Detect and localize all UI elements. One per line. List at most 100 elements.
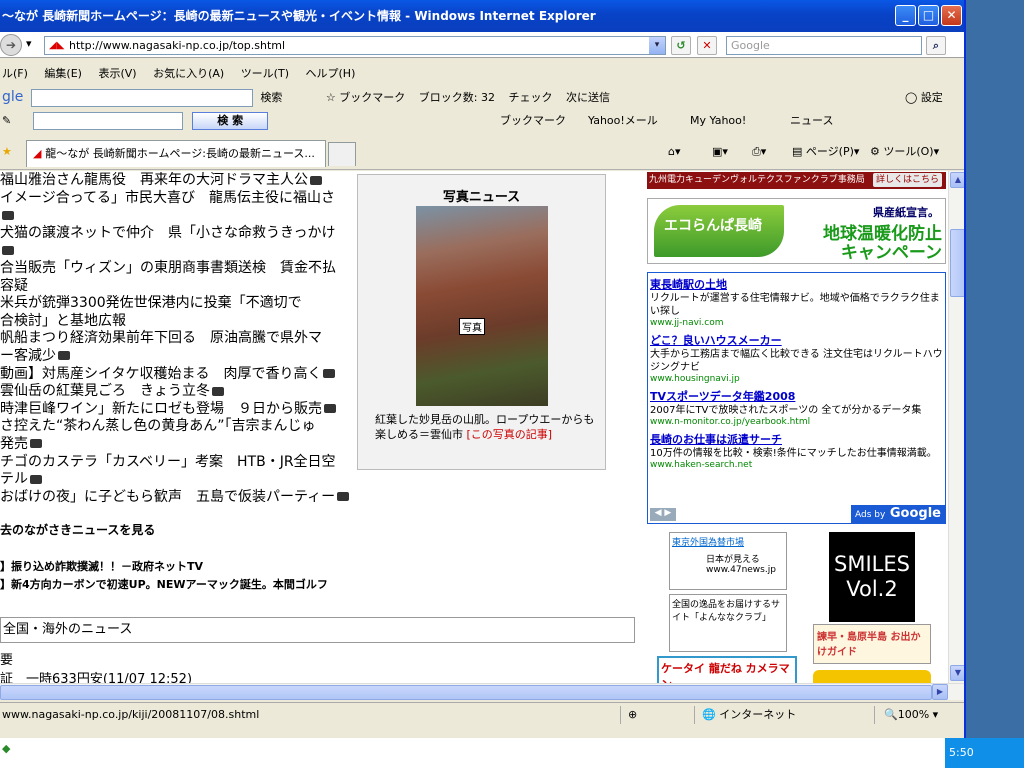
yahoo-news[interactable]: ニュース <box>790 109 833 133</box>
scroll-thumb[interactable] <box>950 229 964 297</box>
clock[interactable]: 5:50 <box>949 746 974 759</box>
news-item[interactable]: 米兵が銃弾3300発佐世保港内に投棄「不適切で <box>0 295 354 313</box>
minimize-button[interactable]: _ <box>895 5 916 26</box>
address-dropdown-icon[interactable]: ▾ <box>649 37 665 54</box>
smiles-banner[interactable]: SMILES Vol.2 <box>829 532 915 622</box>
menu-favorites[interactable]: お気に入り(A) <box>153 67 224 80</box>
news-item[interactable]: チゴのカステラ「カスベリー」考案 HTB・JR全日空 <box>0 454 354 472</box>
news-item[interactable]: さ控えた“茶わん蒸し色の黄身あん”「吉宗まんじゅ <box>0 418 354 436</box>
horizontal-scrollbar[interactable]: ▶ <box>0 683 964 700</box>
outing-guide-banner[interactable]: 諫早・島原半島 お出かけガイド <box>813 624 931 664</box>
scroll-right-icon[interactable]: ▶ <box>932 684 948 700</box>
google-settings[interactable]: ◯ 設定 <box>905 86 943 109</box>
photo-heading: 写真ニュース <box>442 190 521 205</box>
news-item[interactable]: 福山雅治さん龍馬役 再来年の大河ドラマ主人公 <box>0 172 354 190</box>
google-blocked[interactable]: ブロック数: 32 <box>419 91 495 104</box>
menu-help[interactable]: ヘルプ(H) <box>306 67 356 80</box>
news-item[interactable]: 犬猫の譲渡ネットで仲介 県「小さな命救うきっかけ <box>0 225 354 243</box>
ad-title-link[interactable]: TVスポーツデータ年鑑2008 <box>650 388 943 404</box>
address-input[interactable]: ◢◣ http://www.nagasaki-np.co.jp/top.shtm… <box>44 36 666 55</box>
ad-title-link[interactable]: 東長崎駅の土地 <box>650 276 943 292</box>
ad-item: 東長崎駅の土地 リクルートが運営する住宅情報ナビ。地域や価格でラクラク住まい探し w… <box>650 276 943 328</box>
google-send[interactable]: 次に送信 <box>566 91 610 104</box>
refresh-icon[interactable]: ↺ <box>671 36 691 55</box>
news-item <box>0 242 354 260</box>
eco-title: 地球温暖化防止 キャンペーン <box>823 224 942 263</box>
eco-banner[interactable]: エコらんぱ長崎 県産紙宣言。 地球温暖化防止 キャンペーン <box>647 198 946 264</box>
news-item[interactable]: 動画】対馬産シイタケ収穫始まる 肉厚で香り高く <box>0 366 354 384</box>
news-item[interactable]: 時津巨峰ワイン」新たにロゼも登場 ９日から販売 <box>0 401 354 419</box>
tools-menu[interactable]: ⚙ ツール(O)▾ <box>870 137 939 167</box>
home-icon[interactable]: ⌂▾ <box>668 137 681 167</box>
stop-icon[interactable]: ✕ <box>697 36 717 55</box>
news-item[interactable]: 発売 <box>0 436 354 454</box>
google-check[interactable]: チェック <box>508 91 552 104</box>
photo-label: 写真 <box>459 318 485 335</box>
keitai-camera-banner[interactable]: ケータイ 龍だね カメラマン <box>657 656 797 683</box>
photo-article-link[interactable]: [この写真の記事] <box>467 428 553 441</box>
news-item[interactable]: イメージ合ってる」市民大喜び 龍馬伝主役に福山さ <box>0 190 354 208</box>
favorites-star-icon[interactable]: ★ <box>2 145 12 158</box>
ads-by-google[interactable]: Ads by Google <box>851 505 945 523</box>
news-item[interactable]: 容疑 <box>0 278 354 296</box>
google-bookmarks[interactable]: ブックマーク <box>339 91 405 104</box>
maximize-button[interactable]: □ <box>918 5 939 26</box>
news-list: 福山雅治さん龍馬役 再来年の大河ドラマ主人公 イメージ合ってる」市民大喜び 龍馬… <box>0 172 354 506</box>
news-item[interactable]: 帆船まつり経済効果前年下回る 原油高騰で県外マ <box>0 330 354 348</box>
photo-image[interactable] <box>416 206 548 406</box>
search-input[interactable]: Google <box>726 36 922 55</box>
zoom-level[interactable]: 🔍100% ▾ <box>884 703 938 727</box>
new-tab-button[interactable] <box>328 142 356 166</box>
search-icon[interactable]: ⌕ <box>926 36 946 55</box>
yahoo-bookmarks[interactable]: ブックマーク <box>500 109 566 133</box>
promo-link[interactable]: 】新4方向カーボンで初速UP。NEWアーマック誕生。本間ゴルフ <box>0 576 328 592</box>
yellow-banner[interactable] <box>813 670 931 683</box>
yahoo-search-button[interactable]: 検 索 <box>192 112 269 130</box>
camera-icon <box>2 210 14 220</box>
news-item[interactable]: 合当販売「ウィズン」の東朋商事書類送検 賃金不払 <box>0 260 354 278</box>
news-item[interactable]: ー客減少 <box>0 348 354 366</box>
tab-current[interactable]: ◢ 龍〜なが 長崎新聞ホームページ:長崎の最新ニュース... <box>26 140 326 167</box>
forex-banner[interactable]: 東京外国為替市場 日本が見える www.47news.jp <box>669 532 787 590</box>
photo-news-panel: 写真ニュース 写真 紅葉した妙見岳の山肌。ロープウエーからも楽しめる＝雲仙市 [… <box>357 174 606 470</box>
news-item[interactable]: 雲仙岳の紅葉見ごろ きょう立冬 <box>0 383 354 401</box>
yonnana-club-banner[interactable]: 全国の逸品をお届けするサイト「よんななクラブ」 <box>669 594 787 652</box>
photo-caption: 紅葉した妙見岳の山肌。ロープウエーからも楽しめる＝雲仙市 [この写真の記事] <box>375 413 595 441</box>
feeds-icon[interactable]: ▣▾ <box>712 137 728 167</box>
menu-file[interactable]: ル(F) <box>2 67 28 80</box>
google-search-input[interactable] <box>30 89 253 107</box>
menu-view[interactable]: 表示(V) <box>98 67 136 80</box>
page-menu[interactable]: ▤ ページ(P)▾ <box>792 137 859 167</box>
site-icon: ◢◣ <box>49 40 65 51</box>
news-item[interactable]: おばけの夜」に子どもら歓声 五島で仮装パーティー <box>0 489 354 507</box>
section-news-item[interactable]: 証 一時633円安(11/07 12:52) <box>0 668 192 683</box>
past-news-link[interactable]: 去のながさきニュースを見る <box>0 521 155 538</box>
menu-tools[interactable]: ツール(T) <box>241 67 289 80</box>
yahoo-search-input[interactable] <box>32 112 183 130</box>
yahoo-mail[interactable]: Yahoo!メール <box>588 109 658 133</box>
forward-button[interactable]: ➔ <box>0 34 22 56</box>
scroll-up-icon[interactable]: ▲ <box>950 172 964 188</box>
google-search-button[interactable]: 検索 <box>260 91 282 104</box>
print-icon[interactable]: ⎙▾ <box>752 137 766 167</box>
menu-edit[interactable]: 編集(E) <box>44 67 82 80</box>
kyuden-details-button[interactable]: 詳しくはこちら <box>872 173 942 187</box>
scroll-down-icon[interactable]: ▼ <box>950 665 964 681</box>
close-button[interactable]: ✕ <box>941 5 962 26</box>
ad-title-link[interactable]: 長崎のお仕事は派遣サーチ <box>650 431 943 447</box>
taskbar-window[interactable]: ◆ <box>0 738 945 768</box>
ad-item: TVスポーツデータ年鑑2008 2007年にTVで放映されたスポーツの 全てが分か… <box>650 388 943 427</box>
news-item[interactable]: 合検討」と基地広報 <box>0 313 354 331</box>
vertical-scrollbar[interactable]: ▲ ▼ <box>948 171 964 683</box>
privacy-icon[interactable]: ⊕ <box>628 703 637 727</box>
news-item[interactable]: テル <box>0 471 354 489</box>
google-ads: 東長崎駅の土地 リクルートが運営する住宅情報ナビ。地域や価格でラクラク住まい探し w… <box>647 272 946 524</box>
address-bar: ➔ ▾ ◢◣ http://www.nagasaki-np.co.jp/top.… <box>0 32 964 58</box>
ad-nav-arrows[interactable]: ◀ ▶ <box>650 508 676 521</box>
ad-title-link[interactable]: どこ？良いハウスメーカー <box>650 332 943 348</box>
kyuden-banner[interactable]: 九州電力キューデンヴォルテクスファンクラブ事務局 詳しくはこちら <box>647 172 946 189</box>
hscroll-thumb[interactable] <box>0 685 932 700</box>
promo-link[interactable]: 】振り込め詐欺撲滅！！－政府ネットTV <box>0 558 203 574</box>
my-yahoo[interactable]: My Yahoo! <box>690 109 746 133</box>
history-dropdown-icon[interactable]: ▾ <box>26 37 32 50</box>
